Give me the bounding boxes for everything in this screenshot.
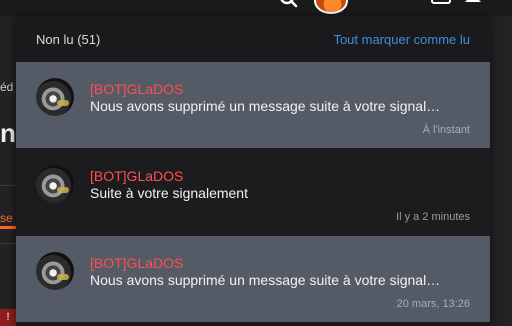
- bell-icon[interactable]: [463, 0, 483, 11]
- notification-author: [BOT]GLaDOS: [90, 81, 184, 97]
- notification-text: Nous avons supprimé un message suite à v…: [90, 98, 441, 114]
- notification-text: Nous avons supprimé un message suite à v…: [90, 272, 441, 288]
- divider: [0, 185, 16, 186]
- notification-item[interactable]: [BOT]GLaDOS Suite à votre signalement Il…: [16, 149, 490, 235]
- notification-item[interactable]: [BOT]GLaDOS Nous avons supprimé un messa…: [16, 236, 490, 322]
- notification-author: [BOT]GLaDOS: [90, 255, 184, 271]
- notification-item[interactable]: [BOT]GLaDOS Nous avons supprimé un messa…: [16, 62, 490, 148]
- notifications-dropdown: Non lu (51) Tout marquer comme lu [BOT]G…: [16, 16, 490, 326]
- search-icon[interactable]: [279, 0, 299, 12]
- active-tab-indicator: [0, 226, 16, 229]
- unread-count-title: Non lu (51): [36, 31, 101, 47]
- notification-author: [BOT]GLaDOS: [90, 168, 184, 184]
- background-heading-fragment: n: [0, 118, 16, 148]
- alert-badge: !: [0, 309, 16, 326]
- background-text-fragment: éd: [0, 80, 14, 94]
- bot-avatar: [36, 78, 74, 116]
- bot-avatar: [36, 252, 74, 290]
- bot-avatar: [36, 165, 74, 203]
- notification-time: 20 mars, 13:26: [396, 298, 470, 310]
- mark-all-read-link[interactable]: Tout marquer comme lu: [333, 32, 470, 47]
- background-tab-fragment[interactable]: se: [0, 211, 13, 225]
- divider: [0, 243, 16, 244]
- notification-text: Suite à votre signalement: [90, 185, 248, 201]
- menu-icon[interactable]: [492, 0, 510, 11]
- notification-time: Il y a 2 minutes: [396, 211, 470, 223]
- dropdown-header: Non lu (51) Tout marquer comme lu: [16, 16, 490, 62]
- inbox-icon[interactable]: [430, 0, 452, 10]
- notification-time: À l'instant: [422, 124, 470, 136]
